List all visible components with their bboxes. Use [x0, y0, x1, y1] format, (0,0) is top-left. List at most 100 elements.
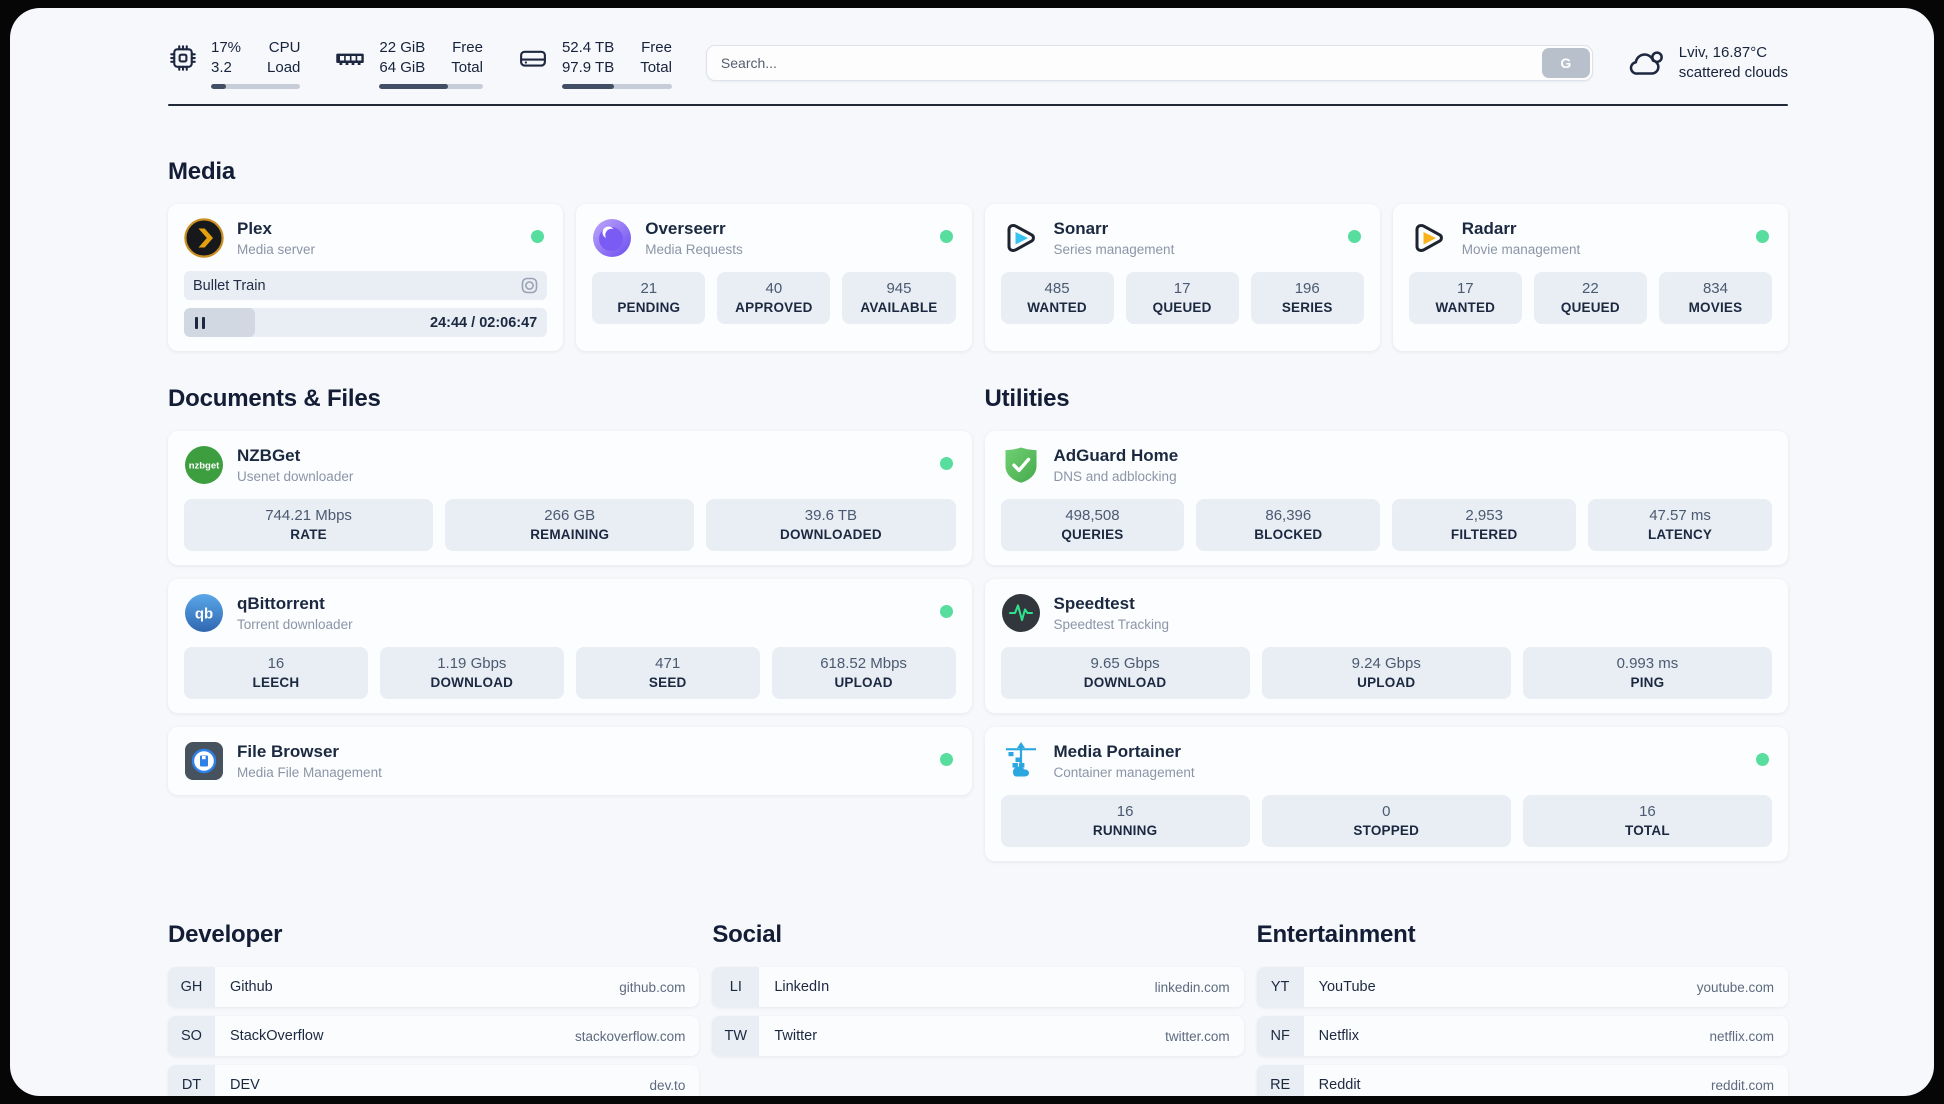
stat-queries: 498,508 QUERIES	[1000, 499, 1185, 552]
app-card-plex[interactable]: Plex Media server Bullet Train 24:44 / 0…	[168, 204, 564, 352]
plex-icon	[184, 218, 224, 258]
cpu-values: 17% 3.2	[211, 38, 241, 78]
bookmark-group-entertainment: Entertainment YT YouTube youtube.com NF …	[1256, 921, 1788, 1096]
nzbget-icon: nzbget	[185, 446, 223, 485]
bookmark-abbr: RE	[1256, 1065, 1304, 1096]
bookmark-twitter[interactable]: TW Twitter twitter.com	[712, 1016, 1244, 1057]
bookmarks-grid: Developer GH Github github.com SO StackO…	[168, 921, 1788, 1096]
bookmark-dev[interactable]: DT DEV dev.to	[168, 1065, 700, 1096]
disk-usage-bar	[561, 83, 672, 89]
disk-labels: Free Total	[640, 39, 672, 76]
bookmark-url: netflix.com	[1709, 1028, 1774, 1044]
cpu-stat-widget: 17% 3.2 CPU Load	[168, 38, 301, 89]
scattered-clouds-icon	[1629, 51, 1663, 76]
stat-download: 9.65 Gbps DOWNLOAD	[1000, 647, 1250, 700]
app-card-speedtest[interactable]: Speedtest Speedtest Tracking 9.65 Gbps D…	[984, 579, 1788, 714]
app-card-qbittorrent[interactable]: qb qBittorrent Torrent downloader 16 LEE…	[168, 579, 972, 714]
stat-running: 16 RUNNING	[1000, 795, 1250, 848]
status-dot	[939, 753, 953, 767]
dashboard-panel: 17% 3.2 CPU Load 22 GiB 64 GiB Free Tota…	[10, 8, 1934, 1096]
bookmark-youtube[interactable]: YT YouTube youtube.com	[1256, 967, 1788, 1008]
overseerr-icon	[593, 219, 632, 258]
memory-total: 64 GiB	[379, 58, 426, 76]
bookmark-abbr: SO	[168, 1016, 215, 1057]
bookmark-url: youtube.com	[1696, 979, 1774, 995]
card-subtitle: Container management	[1053, 764, 1195, 780]
card-title: Overseerr	[645, 219, 726, 239]
bookmark-group-social: Social LI LinkedIn linkedin.com TW Twitt…	[712, 921, 1244, 1096]
card-title: File Browser	[237, 742, 340, 762]
status-dot	[1347, 230, 1361, 244]
card-title: Speedtest	[1053, 594, 1135, 614]
cpu-icon	[170, 45, 196, 71]
bookmark-url: linkedin.com	[1154, 979, 1230, 995]
search-engine-button[interactable]: G	[1541, 48, 1590, 79]
stat-latency: 47.57 ms LATENCY	[1588, 499, 1772, 552]
bookmark-name: YouTube	[1318, 979, 1376, 996]
status-dot	[1756, 230, 1769, 244]
bookmark-url: dev.to	[649, 1077, 686, 1093]
qbittorrent-icon: qb	[185, 594, 223, 633]
radarr-icon	[1415, 224, 1443, 253]
memory-free: 22 GiB	[379, 39, 426, 56]
bookmark-url: stackoverflow.com	[575, 1028, 686, 1044]
stat-upload: 9.24 Gbps UPLOAD	[1261, 647, 1511, 700]
card-subtitle: Speedtest Tracking	[1053, 616, 1170, 632]
sonarr-icon	[1007, 224, 1035, 253]
card-subtitle: DNS and adblocking	[1053, 468, 1177, 484]
search-input[interactable]	[705, 45, 1593, 82]
stat-total: 16 TOTAL	[1522, 795, 1772, 848]
documents-column: Documents & Files nzbget NZBGet Usenet d…	[168, 385, 972, 861]
stat-series: 196 SERIES	[1250, 272, 1364, 325]
adguard-icon	[1005, 447, 1036, 483]
card-title: Media Portainer	[1053, 742, 1182, 762]
app-card-filebrowser[interactable]: File Browser Media File Management	[168, 727, 972, 796]
stat-wanted: 17 WANTED	[1408, 272, 1522, 325]
bookmark-linkedin[interactable]: LI LinkedIn linkedin.com	[712, 967, 1244, 1008]
disk-free: 52.4 TB	[561, 39, 615, 56]
stat-pending: 21 PENDING	[592, 272, 706, 325]
cpu-labels: CPU Load	[267, 39, 301, 76]
app-card-nzbget[interactable]: nzbget NZBGet Usenet downloader 744.21 M…	[168, 431, 972, 566]
card-subtitle: Series management	[1053, 241, 1175, 257]
card-subtitle: Torrent downloader	[237, 616, 353, 632]
stat-movies: 834 MOVIES	[1658, 272, 1772, 325]
weather-widget: Lviv, 16.87°C scattered clouds	[1627, 43, 1788, 84]
app-card-adguard[interactable]: AdGuard Home DNS and adblocking 498,508 …	[984, 431, 1788, 566]
bookmark-netflix[interactable]: NF Netflix netflix.com	[1256, 1016, 1788, 1057]
app-card-sonarr[interactable]: Sonarr Series management 485 WANTED 17 Q…	[984, 204, 1380, 352]
stat-stopped: 0 STOPPED	[1261, 795, 1511, 848]
now-playing-row: Bullet Train	[184, 271, 548, 301]
search-bar: G	[705, 45, 1593, 82]
stat-rate: 744.21 Mbps RATE	[184, 499, 434, 552]
bookmark-abbr: TW	[712, 1016, 760, 1057]
stat-queued: 22 QUEUED	[1533, 272, 1647, 325]
card-title: Plex	[237, 219, 272, 239]
bookmark-stackoverflow[interactable]: SO StackOverflow stackoverflow.com	[168, 1016, 700, 1057]
stat-available: 945 AVAILABLE	[842, 272, 956, 325]
stat-ping: 0.993 ms PING	[1522, 647, 1772, 700]
pause-button[interactable]	[184, 316, 205, 329]
weather-location-temp: Lviv, 16.87°C	[1678, 44, 1768, 62]
bookmark-abbr: LI	[712, 967, 760, 1008]
card-title: Sonarr	[1053, 219, 1109, 239]
bookmark-reddit[interactable]: RE Reddit reddit.com	[1256, 1065, 1788, 1096]
bookmark-abbr: YT	[1256, 967, 1304, 1008]
stat-seed: 471 SEED	[575, 647, 760, 700]
weather-condition: scattered clouds	[1678, 64, 1788, 82]
cpu-percent: 17%	[211, 39, 242, 56]
stat-remaining: 266 GB REMAINING	[445, 499, 695, 552]
card-subtitle: Media server	[237, 241, 316, 257]
stat-leech: 16 LEECH	[184, 647, 368, 700]
playback-time: 24:44 / 02:06:47	[430, 314, 538, 331]
section-title-utilities: Utilities	[984, 385, 1070, 413]
app-card-overseerr[interactable]: Overseerr Media Requests 21 PENDING 40 A…	[576, 204, 972, 352]
section-title-social: Social	[712, 921, 782, 949]
memory-stat-widget: 22 GiB 64 GiB Free Total	[334, 38, 483, 89]
memory-labels: Free Total	[451, 39, 483, 76]
app-card-radarr[interactable]: Radarr Movie management 17 WANTED 22 QUE…	[1392, 204, 1788, 352]
bookmark-github[interactable]: GH Github github.com	[168, 967, 700, 1008]
app-card-portainer[interactable]: Media Portainer Container management 16 …	[984, 727, 1788, 862]
utilities-column: Utilities AdGuard Home DNS and adblockin…	[984, 385, 1788, 862]
svg-text:qb: qb	[195, 606, 213, 623]
